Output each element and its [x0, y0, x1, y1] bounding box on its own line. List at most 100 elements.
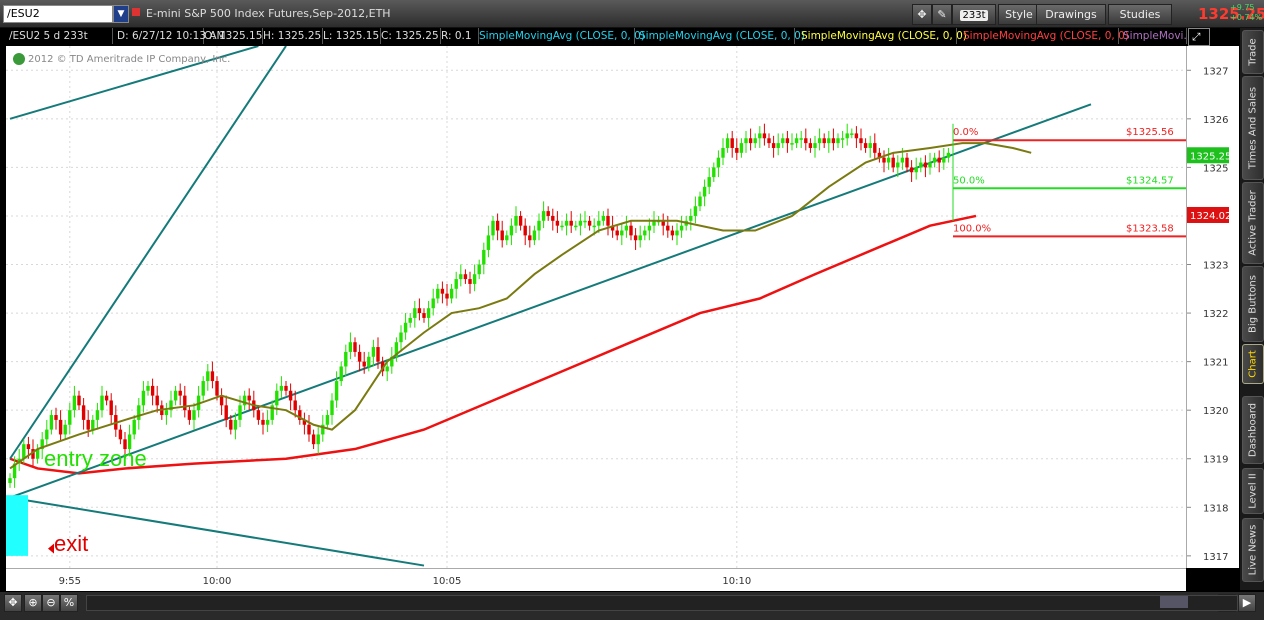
tab-times-and-sales[interactable]: Times And Sales	[1242, 76, 1264, 180]
candle-body	[178, 390, 182, 396]
price-axis-ticks: 1317131813191320132113221323132413251326…	[1187, 66, 1228, 563]
price-chart[interactable]: 0.0% $1325.5650.0% $1324.57100.0% $1323.58 …	[6, 46, 1186, 568]
candle-body	[477, 264, 481, 275]
candle-body	[716, 157, 721, 168]
aggregation-button[interactable]: 233t	[952, 4, 996, 25]
candle-body	[173, 390, 178, 401]
candle-body	[357, 351, 362, 362]
studies-menu-button[interactable]: Studies	[1108, 4, 1172, 25]
tab-trade[interactable]: Trade	[1242, 30, 1264, 74]
pan-button[interactable]: ✥	[4, 594, 22, 612]
annotations: entry zone exit	[6, 446, 147, 556]
candle-body	[675, 230, 679, 236]
candle-body	[362, 361, 366, 367]
price-tick-label: 1317	[1203, 552, 1228, 563]
candle-body	[81, 405, 86, 420]
drawings-menu-button[interactable]: Drawings	[1036, 4, 1106, 25]
candle-body	[896, 162, 900, 168]
tab-live-news[interactable]: Live News	[1242, 518, 1264, 582]
candle-body	[840, 138, 845, 140]
study-label-1[interactable]: SimpleMovingAvg (CLOSE, 0, 0)	[476, 28, 645, 44]
move-icon: ✥	[8, 596, 18, 609]
candle-body	[275, 390, 279, 406]
slow-moving-average	[9, 214, 977, 475]
tab-big-buttons[interactable]: Big Buttons	[1242, 266, 1264, 342]
candle-body	[919, 162, 923, 168]
candle-body	[229, 419, 233, 430]
candle-body	[118, 429, 123, 440]
time-tick-label: 10:10	[722, 576, 751, 587]
candle-body	[413, 308, 417, 318]
candle-body	[629, 225, 633, 236]
crosshair-tool-button[interactable]: ✥	[912, 4, 932, 25]
symbol-input[interactable]: /ESU2	[3, 5, 113, 23]
time-axis[interactable]: 9:55 10:00 10:05 10:10	[6, 568, 1186, 591]
candle-body	[109, 400, 113, 416]
candle-body	[744, 138, 748, 144]
last-price-flag-label: 1325.25	[1190, 151, 1231, 162]
tab-active-trader[interactable]: Active Trader	[1242, 182, 1264, 264]
candle-body	[532, 230, 537, 241]
study-label-2[interactable]: SimpleMovingAvg (CLOSE, 0, 0)	[636, 28, 805, 44]
candle-body	[247, 395, 251, 401]
candle-body	[339, 366, 343, 382]
fib-level-label: 50.0%	[953, 175, 985, 186]
candle-body	[781, 138, 785, 144]
candle-body	[325, 415, 330, 425]
settings-tool-button[interactable]: ✎	[932, 4, 952, 25]
chart-settings-icon[interactable]: ⤢	[1188, 28, 1210, 46]
symbol-dropdown-button[interactable]: ▼	[113, 5, 129, 23]
drawings-menu-label: Drawings	[1045, 8, 1097, 21]
instrument-icon	[132, 8, 140, 16]
candle-body	[284, 385, 288, 391]
candle-body	[514, 215, 518, 226]
candle-body	[95, 410, 100, 420]
candle-body	[799, 138, 803, 140]
net-change: +9.75	[1230, 3, 1255, 12]
candle-body	[518, 215, 523, 226]
fib-price-label: $1323.58	[1126, 223, 1174, 234]
style-menu-button[interactable]: Style	[998, 4, 1040, 25]
candle-body	[670, 230, 675, 236]
candle-body	[882, 157, 886, 163]
candle-body	[376, 347, 380, 362]
candle-body	[712, 167, 716, 178]
candle-body	[900, 157, 905, 163]
candle-body	[22, 444, 26, 459]
zoom-out-button[interactable]: ⊖	[42, 594, 60, 612]
candle-body	[486, 235, 491, 250]
candle-body	[385, 366, 389, 372]
tab-chart[interactable]: Chart	[1242, 344, 1264, 384]
study-label-3[interactable]: SimpleMovingAvg (CLOSE, 0, 0)	[798, 28, 967, 44]
time-tick-label: 10:05	[433, 576, 462, 587]
candle-body	[859, 138, 863, 144]
candles	[8, 123, 951, 488]
time-scrollbar-thumb[interactable]	[1160, 596, 1188, 608]
study-label-4[interactable]: SimpleMovingAvg (CLOSE, 0, 0)	[960, 28, 1129, 44]
entry-zone-box	[6, 495, 28, 556]
candle-body	[905, 157, 909, 168]
bar-open: O: 1325.15	[201, 28, 263, 44]
candle-body	[638, 235, 642, 241]
time-tick-label: 9:55	[59, 576, 81, 587]
candle-body	[436, 288, 440, 299]
candle-body	[141, 390, 146, 406]
scroll-right-button[interactable]: ▶	[1238, 594, 1256, 612]
tab-dashboard[interactable]: Dashboard	[1242, 396, 1264, 464]
candle-body	[330, 400, 334, 416]
tab-level-ii[interactable]: Level II	[1242, 468, 1264, 514]
study-label-5[interactable]: SimpleMovi...	[1120, 28, 1187, 44]
time-scrollbar[interactable]	[86, 595, 1238, 611]
candle-body	[762, 133, 767, 139]
price-axis[interactable]: 1317131813191320132113221323132413251326…	[1186, 46, 1239, 568]
candle-body	[808, 143, 813, 148]
candle-body	[555, 220, 560, 226]
zoom-in-button[interactable]: ⊕	[24, 594, 42, 612]
tab-trade-label: Trade	[1247, 38, 1259, 66]
candle-body	[523, 225, 527, 236]
tab-live-news-label: Live News	[1247, 524, 1259, 576]
candle-body	[183, 395, 187, 411]
percent-mode-button[interactable]: %	[60, 594, 78, 612]
candle-body	[698, 196, 702, 207]
candle-body	[265, 419, 270, 425]
